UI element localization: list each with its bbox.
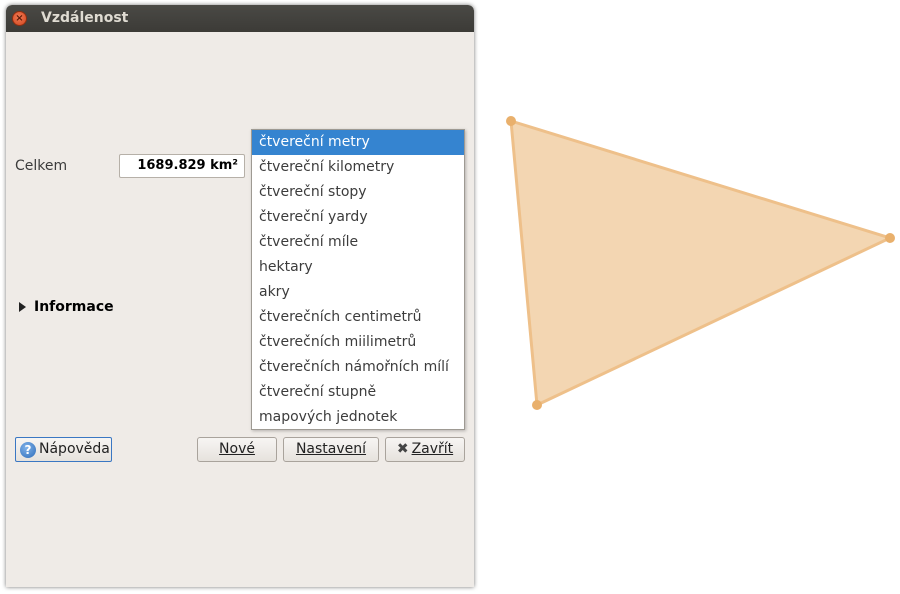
unit-option[interactable]: čtvereční kilometry <box>252 155 464 180</box>
unit-option[interactable]: hektary <box>252 255 464 280</box>
close-icon: ✖ <box>396 441 409 457</box>
total-value-field: 1689.829 km² <box>119 154 245 178</box>
help-button[interactable]: ? Nápověda <box>15 437 112 462</box>
settings-button-label: Nastavení <box>295 441 367 457</box>
unit-option-selected[interactable]: čtvereční metry <box>252 130 464 155</box>
new-button[interactable]: Nové <box>197 437 277 462</box>
close-button[interactable]: ✖ Zavřít <box>385 437 465 462</box>
unit-option[interactable]: čtverečních miilimetrů <box>252 330 464 355</box>
unit-option[interactable]: čtvereční yardy <box>252 205 464 230</box>
unit-option[interactable]: akry <box>252 280 464 305</box>
unit-option[interactable]: čtvereční stopy <box>252 180 464 205</box>
window-title: Vzdálenost <box>41 10 129 26</box>
unit-option[interactable]: čtvereční míle <box>252 230 464 255</box>
vertex-handle[interactable] <box>885 233 895 243</box>
vertex-handle[interactable] <box>532 400 542 410</box>
info-expander-label: Informace <box>34 299 114 315</box>
settings-button[interactable]: Nastavení <box>283 437 379 462</box>
unit-option[interactable]: čtverečních námořních mílí <box>252 355 464 380</box>
help-icon: ? <box>20 441 36 458</box>
vertex-handle[interactable] <box>506 116 516 126</box>
close-button-label: Zavřít <box>411 441 454 457</box>
measured-polygon <box>509 119 892 407</box>
help-button-label: Nápověda <box>39 441 110 457</box>
info-expander[interactable]: Informace <box>19 299 114 315</box>
unit-option[interactable]: čtvereční stupně <box>252 380 464 405</box>
map-canvas[interactable] <box>474 0 900 594</box>
title-bar: × Vzdálenost <box>6 5 474 32</box>
window-close-button[interactable]: × <box>12 11 27 26</box>
unit-option[interactable]: mapových jednotek <box>252 405 464 430</box>
total-label: Celkem <box>15 158 68 174</box>
unit-option[interactable]: čtverečních centimetrů <box>252 305 464 330</box>
new-button-label: Nové <box>219 441 255 457</box>
expand-arrow-icon <box>19 302 26 312</box>
unit-dropdown-list[interactable]: čtvereční metry čtvereční kilometry čtve… <box>251 129 465 430</box>
